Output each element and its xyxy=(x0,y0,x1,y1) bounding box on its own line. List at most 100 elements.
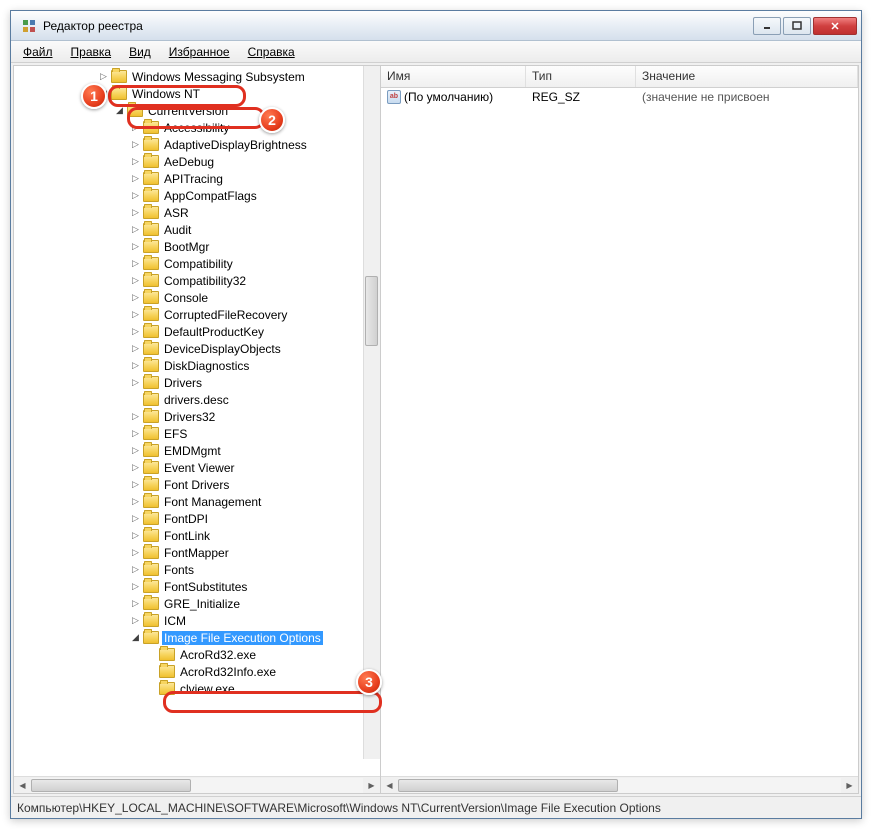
chevron-right-icon[interactable]: ▷ xyxy=(130,530,141,541)
chevron-right-icon[interactable] xyxy=(146,683,157,694)
tree-scroll[interactable]: ▷Windows Messaging Subsystem◢Windows NT◢… xyxy=(14,66,380,776)
chevron-right-icon[interactable]: ▷ xyxy=(130,292,141,303)
tree-node-messaging[interactable]: ▷Windows Messaging Subsystem xyxy=(18,68,380,85)
chevron-right-icon[interactable]: ▷ xyxy=(130,258,141,269)
list-body[interactable]: ab (По умолчанию) REG_SZ (значение не пр… xyxy=(381,88,858,776)
tree-node[interactable]: ▷DefaultProductKey xyxy=(18,323,380,340)
tree-node[interactable]: ▷EFS xyxy=(18,425,380,442)
tree-node[interactable]: ▷ Console xyxy=(18,289,380,306)
tree-node[interactable]: ▷Compatibility xyxy=(18,255,380,272)
chevron-right-icon[interactable]: ▷ xyxy=(98,71,109,82)
tree-node-label: Console xyxy=(162,291,210,305)
tree-node[interactable]: ▷Event Viewer xyxy=(18,459,380,476)
tree-node-windows-nt[interactable]: ◢Windows NT xyxy=(18,85,380,102)
tree-node[interactable]: ▷Fonts xyxy=(18,561,380,578)
tree-node[interactable]: ▷Compatibility32 xyxy=(18,272,380,289)
menu-help[interactable]: Справка xyxy=(240,43,303,61)
list-horizontal-scrollbar[interactable]: ◀ ▶ xyxy=(381,776,858,793)
tree-node[interactable]: ▷AdaptiveDisplayBrightness xyxy=(18,136,380,153)
chevron-right-icon[interactable]: ▷ xyxy=(130,139,141,150)
chevron-right-icon[interactable]: ▷ xyxy=(130,411,141,422)
tree-node[interactable]: ▷Font Drivers xyxy=(18,476,380,493)
chevron-right-icon[interactable]: ▷ xyxy=(130,547,141,558)
maximize-icon xyxy=(792,21,802,31)
tree-node[interactable]: ▷APITracing xyxy=(18,170,380,187)
chevron-right-icon[interactable]: ▷ xyxy=(130,598,141,609)
scroll-right-icon[interactable]: ▶ xyxy=(363,778,380,793)
tree-node[interactable]: AcroRd32.exe xyxy=(18,646,380,663)
close-button[interactable] xyxy=(813,17,857,35)
tree-node[interactable]: ▷ASR xyxy=(18,204,380,221)
tree-node[interactable]: ▷BootMgr xyxy=(18,238,380,255)
chevron-right-icon[interactable]: ▷ xyxy=(130,513,141,524)
tree-node[interactable]: ▷DeviceDisplayObjects xyxy=(18,340,380,357)
tree-node[interactable]: ▷GRE_Initialize xyxy=(18,595,380,612)
chevron-right-icon[interactable]: ▷ xyxy=(130,581,141,592)
tree-node[interactable]: ▷Drivers32 xyxy=(18,408,380,425)
tree-vertical-scrollbar[interactable] xyxy=(363,66,380,759)
tree-node[interactable]: clview.exe xyxy=(18,680,380,697)
scroll-right-icon[interactable]: ▶ xyxy=(841,778,858,793)
column-type[interactable]: Тип xyxy=(526,66,636,87)
folder-icon xyxy=(143,393,159,406)
tree-node[interactable]: ▷AppCompatFlags xyxy=(18,187,380,204)
chevron-down-icon[interactable]: ◢ xyxy=(130,632,141,643)
chevron-right-icon[interactable]: ▷ xyxy=(130,445,141,456)
chevron-right-icon[interactable]: ▷ xyxy=(130,224,141,235)
chevron-right-icon[interactable]: ▷ xyxy=(130,190,141,201)
value-row[interactable]: ab (По умолчанию) REG_SZ (значение не пр… xyxy=(381,88,858,105)
chevron-right-icon[interactable]: ▷ xyxy=(130,156,141,167)
chevron-right-icon[interactable] xyxy=(146,666,157,677)
tree-node[interactable]: ▷FontMapper xyxy=(18,544,380,561)
chevron-right-icon[interactable]: ▷ xyxy=(130,207,141,218)
tree-node[interactable]: ▷DiskDiagnostics xyxy=(18,357,380,374)
tree-node[interactable]: ▷CorruptedFileRecovery xyxy=(18,306,380,323)
chevron-right-icon[interactable] xyxy=(130,394,141,405)
tree-node-image-file-execution-options[interactable]: ◢Image File Execution Options xyxy=(18,629,380,646)
chevron-right-icon[interactable]: ▷ xyxy=(130,343,141,354)
tree-node[interactable]: ▷ICM xyxy=(18,612,380,629)
maximize-button[interactable] xyxy=(783,17,811,35)
folder-icon xyxy=(127,104,143,117)
chevron-right-icon[interactable]: ▷ xyxy=(130,479,141,490)
tree-node[interactable]: ▷EMDMgmt xyxy=(18,442,380,459)
tree-node[interactable]: ▷Font Management xyxy=(18,493,380,510)
chevron-right-icon[interactable]: ▷ xyxy=(130,462,141,473)
menu-file[interactable]: Файл xyxy=(15,43,61,61)
tree-node[interactable]: ▷AeDebug xyxy=(18,153,380,170)
titlebar[interactable]: Редактор реестра xyxy=(11,11,861,41)
menu-view[interactable]: Вид xyxy=(121,43,159,61)
tree-node[interactable]: AcroRd32Info.exe xyxy=(18,663,380,680)
chevron-down-icon[interactable]: ◢ xyxy=(114,105,125,116)
scroll-left-icon[interactable]: ◀ xyxy=(381,778,398,793)
minimize-button[interactable] xyxy=(753,17,781,35)
menu-edit[interactable]: Правка xyxy=(63,43,120,61)
tree-node[interactable]: drivers.desc xyxy=(18,391,380,408)
tree-node-currentversion[interactable]: ◢CurrentVersion xyxy=(18,102,380,119)
tree-node[interactable]: ▷FontLink xyxy=(18,527,380,544)
chevron-right-icon[interactable]: ▷ xyxy=(130,377,141,388)
tree-node[interactable]: ▷Audit xyxy=(18,221,380,238)
chevron-right-icon[interactable] xyxy=(146,649,157,660)
chevron-right-icon[interactable]: ▷ xyxy=(130,275,141,286)
chevron-right-icon[interactable]: ▷ xyxy=(130,615,141,626)
tree-node[interactable]: ▷FontSubstitutes xyxy=(18,578,380,595)
tree-node[interactable]: ▷FontDPI xyxy=(18,510,380,527)
chevron-right-icon[interactable]: ▷ xyxy=(130,428,141,439)
chevron-right-icon[interactable]: ▷ xyxy=(130,360,141,371)
column-value[interactable]: Значение xyxy=(636,66,858,87)
chevron-right-icon[interactable]: ▷ xyxy=(130,496,141,507)
chevron-right-icon[interactable]: ▷ xyxy=(130,326,141,337)
chevron-right-icon[interactable]: ▷ xyxy=(130,173,141,184)
tree-horizontal-scrollbar[interactable]: ◀ ▶ xyxy=(14,776,380,793)
column-name[interactable]: Имя xyxy=(381,66,526,87)
tree-node[interactable]: ▷Accessibility xyxy=(18,119,380,136)
menu-favorites[interactable]: Избранное xyxy=(161,43,238,61)
chevron-right-icon[interactable]: ▷ xyxy=(130,241,141,252)
chevron-right-icon[interactable]: ▷ xyxy=(130,122,141,133)
tree-node[interactable]: ▷Drivers xyxy=(18,374,380,391)
chevron-right-icon[interactable]: ▷ xyxy=(130,309,141,320)
scroll-left-icon[interactable]: ◀ xyxy=(14,778,31,793)
content-area: ▷Windows Messaging Subsystem◢Windows NT◢… xyxy=(13,65,859,794)
chevron-right-icon[interactable]: ▷ xyxy=(130,564,141,575)
